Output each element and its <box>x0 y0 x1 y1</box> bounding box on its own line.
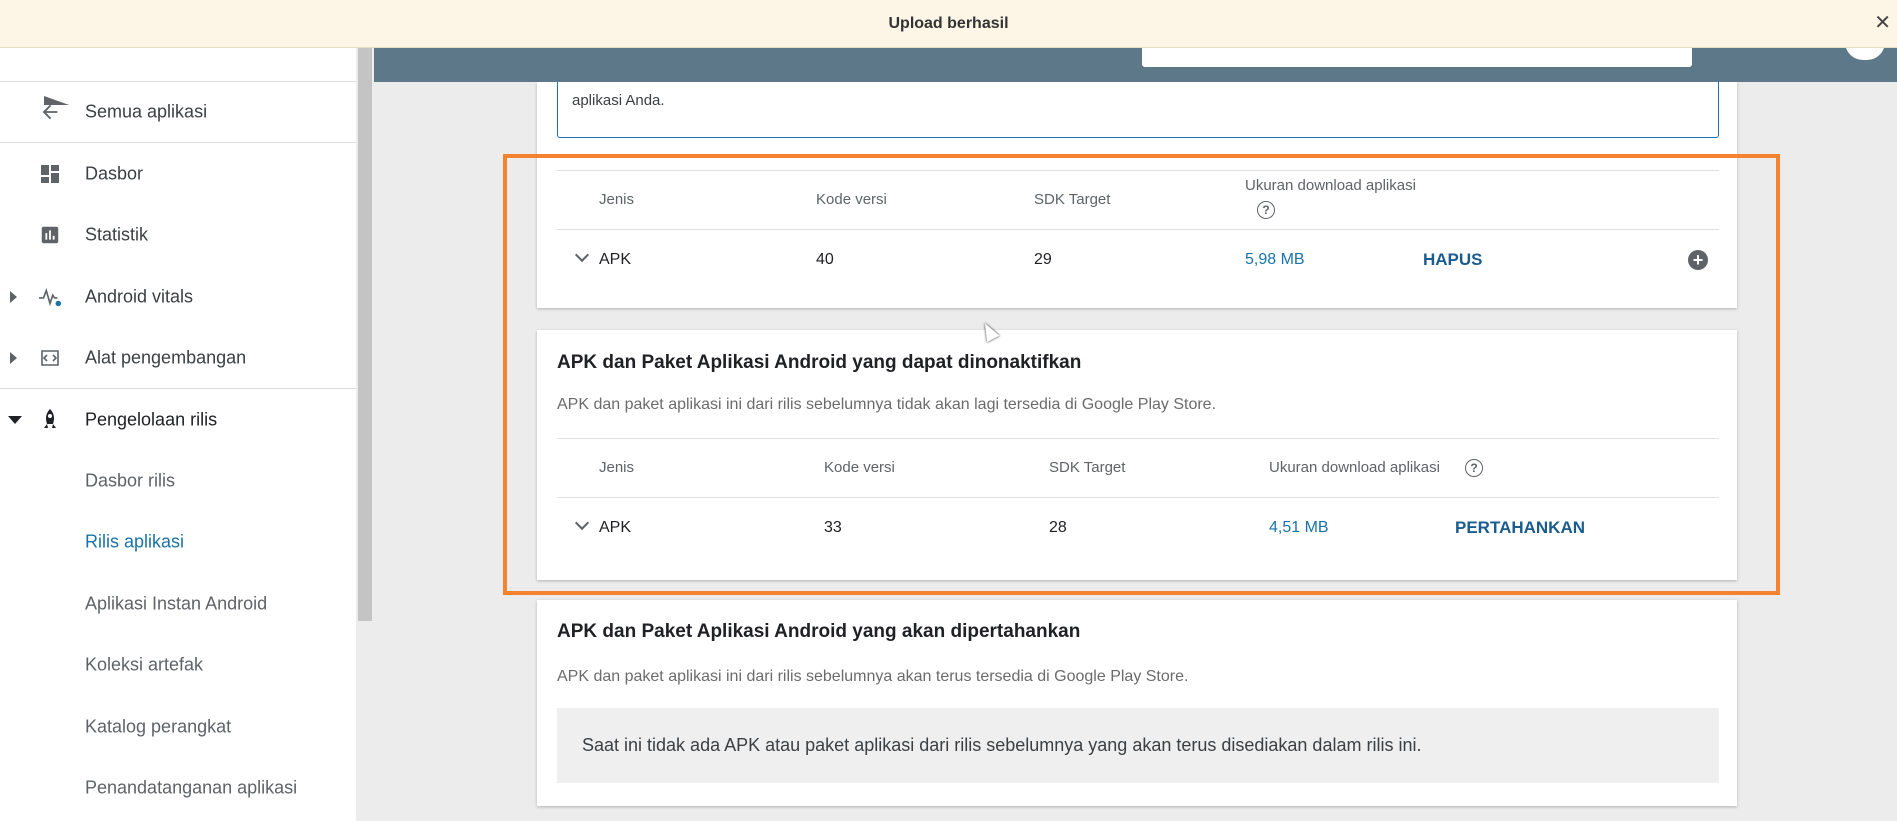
sidebar-item-label: Dasbor <box>85 163 144 184</box>
sidebar-item-instant-apps[interactable]: Aplikasi Instan Android <box>0 573 356 634</box>
info-text: aplikasi Anda. <box>572 92 665 109</box>
main-content: aplikasi Anda. Jenis Kode versi SDK Targ… <box>374 82 1897 821</box>
sidebar-item-label: Rilis aplikasi <box>85 531 185 552</box>
sidebar-item-label: Android vitals <box>85 286 194 307</box>
dashboard-icon <box>38 162 62 186</box>
table-row: APK 40 29 5,98 MB HAPUS + <box>557 230 1719 290</box>
column-header-type: Jenis <box>599 191 635 208</box>
sidebar-item-label: Dasbor rilis <box>85 470 176 491</box>
sidebar-item-label: Semua aplikasi <box>85 101 208 122</box>
arrow-back-icon <box>38 100 62 124</box>
empty-state-box: Saat ini tidak ada APK atau paket aplika… <box>557 708 1719 783</box>
table-header: Jenis Kode versi SDK Target Ukuran downl… <box>557 170 1719 230</box>
info-box: aplikasi Anda. <box>557 82 1719 138</box>
table-header: Jenis Kode versi SDK Target Ukuran downl… <box>557 438 1719 498</box>
sidebar-item-app-signing[interactable]: Penandatanganan aplikasi <box>0 757 356 818</box>
sidebar-nav: Semua aplikasi Dasbor Statistik Android … <box>0 82 356 819</box>
section-title: APK dan Paket Aplikasi Android yang akan… <box>557 621 1081 642</box>
column-header-version-code: Kode versi <box>816 191 887 208</box>
cell-download-size: 5,98 MB <box>1245 251 1305 268</box>
sidebar-item-label: Katalog perangkat <box>85 716 232 737</box>
sidebar-item-label: Alat pengembangan <box>85 347 247 368</box>
notification-bar: Upload berhasil ✕ <box>0 0 1897 48</box>
sidebar-item-all-apps[interactable]: Semua aplikasi <box>0 82 356 144</box>
code-icon <box>38 346 62 370</box>
cell-target-sdk: 29 <box>1034 251 1052 268</box>
new-apk-card: aplikasi Anda. Jenis Kode versi SDK Targ… <box>537 82 1737 308</box>
section-title: APK dan Paket Aplikasi Android yang dapa… <box>557 352 1082 373</box>
expand-caret-icon[interactable] <box>10 351 17 364</box>
sidebar-item-release-dashboard[interactable]: Dasbor rilis <box>0 450 356 511</box>
retain-button[interactable]: PERTAHANKAN <box>1455 518 1585 538</box>
column-header-target-sdk: SDK Target <box>1034 191 1111 208</box>
sidebar-item-label: Statistik <box>85 224 149 245</box>
retained-apk-card: APK dan Paket Aplikasi Android yang akan… <box>537 600 1737 806</box>
chevron-down-icon[interactable] <box>574 515 590 531</box>
sidebar-item-app-releases[interactable]: Rilis aplikasi <box>0 512 356 573</box>
remove-button[interactable]: HAPUS <box>1423 250 1483 270</box>
sidebar: Semua aplikasi Dasbor Statistik Android … <box>0 0 356 821</box>
expand-caret-icon[interactable] <box>10 290 17 303</box>
column-header-download-size: Ukuran download aplikasi <box>1269 459 1440 476</box>
column-header-version-code: Kode versi <box>824 459 895 476</box>
sidebar-item-android-vitals[interactable]: Android vitals <box>0 266 356 327</box>
cell-target-sdk: 28 <box>1049 519 1067 536</box>
sidebar-item-device-catalog[interactable]: Katalog perangkat <box>0 696 356 757</box>
notification-text: Upload berhasil <box>888 14 1009 32</box>
empty-state-text: Saat ini tidak ada APK atau paket aplika… <box>582 735 1422 755</box>
pulse-icon <box>38 285 62 309</box>
sidebar-item-label: Koleksi artefak <box>85 654 204 675</box>
cell-version-code: 40 <box>816 251 834 268</box>
section-subtitle: APK dan paket aplikasi ini dari rilis se… <box>557 396 1217 413</box>
chevron-down-icon[interactable] <box>574 247 590 263</box>
cell-type: APK <box>599 251 632 268</box>
section-subtitle: APK dan paket aplikasi ini dari rilis se… <box>557 668 1189 685</box>
sidebar-item-label: Aplikasi Instan Android <box>85 593 268 614</box>
cell-type: APK <box>599 519 632 536</box>
rocket-icon <box>38 408 62 432</box>
sidebar-scrollbar[interactable] <box>356 48 374 821</box>
bar-chart-icon <box>38 223 62 247</box>
deactivated-apk-card: APK dan Paket Aplikasi Android yang dapa… <box>537 330 1737 580</box>
add-circle-icon[interactable]: + <box>1688 250 1708 270</box>
column-header-target-sdk: SDK Target <box>1049 459 1126 476</box>
sidebar-item-artifact-library[interactable]: Koleksi artefak <box>0 635 356 696</box>
table-row: APK 33 28 4,51 MB PERTAHANKAN <box>557 498 1719 558</box>
collapse-caret-icon[interactable] <box>8 415 22 424</box>
cell-download-size: 4,51 MB <box>1269 519 1329 536</box>
sidebar-item-label: Penandatanganan aplikasi <box>85 777 298 798</box>
sidebar-item-statistics[interactable]: Statistik <box>0 205 356 266</box>
close-icon[interactable]: ✕ <box>1874 12 1891 34</box>
sidebar-item-dev-tools[interactable]: Alat pengembangan <box>0 328 356 389</box>
cell-version-code: 33 <box>824 519 842 536</box>
sidebar-item-release-management[interactable]: Pengelolaan rilis <box>0 389 356 450</box>
help-icon[interactable]: ? <box>1465 459 1483 477</box>
sidebar-logo-area <box>0 48 356 105</box>
column-header-download-size: Ukuran download aplikasi <box>1245 177 1416 194</box>
scrollbar-thumb[interactable] <box>358 48 372 621</box>
column-header-type: Jenis <box>599 459 635 476</box>
sidebar-item-label: Pengelolaan rilis <box>85 409 218 430</box>
sidebar-item-dashboard[interactable]: Dasbor <box>0 143 356 204</box>
help-icon[interactable]: ? <box>1257 201 1275 219</box>
